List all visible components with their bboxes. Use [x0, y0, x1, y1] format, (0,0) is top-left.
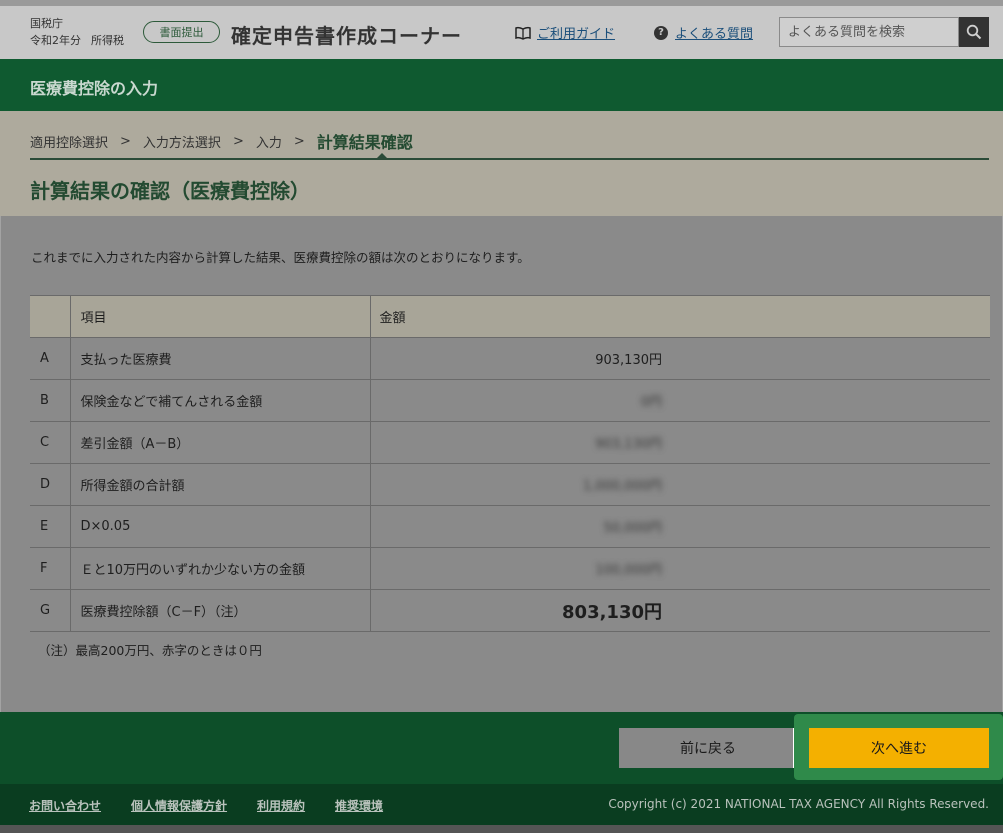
- faq-link[interactable]: ? よくある質問: [654, 23, 753, 42]
- faq-search-input[interactable]: [779, 17, 959, 47]
- row-amount-blurred: 0円: [370, 379, 990, 422]
- row-item: 医療費控除額（C－F）（注）: [70, 589, 371, 632]
- footnote: （注）最高200万円、赤字のときは０円: [38, 643, 262, 658]
- row-letter: A: [30, 337, 71, 380]
- chevron-right-icon: >: [293, 133, 305, 149]
- row-letter: C: [30, 421, 71, 464]
- row-item: 支払った医療費: [70, 337, 371, 380]
- row-amount-blurred: 100,000円: [370, 547, 990, 590]
- tax-type: 所得税: [91, 34, 124, 47]
- table-row: F Ｅと10万円のいずれか少ない方の金額 100,000円: [30, 547, 990, 590]
- column-header-amount: 金額: [370, 295, 990, 338]
- row-amount-blurred: 903,130円: [370, 421, 990, 464]
- breadcrumb: 適用控除選択 > 入力方法選択 > 入力 > 計算結果確認: [30, 129, 413, 153]
- section-bar: 医療費控除の入力: [0, 59, 1003, 111]
- guide-link-label: ご利用ガイド: [537, 27, 616, 42]
- agency-name: 国税庁: [30, 17, 63, 30]
- table-row: E D×0.05 50,000円: [30, 505, 990, 548]
- main-content: これまでに入力された内容から計算した結果、医療費控除の額は次のとおりになります。…: [0, 216, 1003, 712]
- calculation-table: 項目 金額 A 支払った医療費 903,130円 B 保険金などで補てんされる金…: [30, 295, 990, 632]
- faq-search: [779, 17, 989, 47]
- search-button[interactable]: [959, 17, 989, 47]
- row-letter: G: [30, 589, 71, 632]
- footer-links: お問い合わせ 個人情報保護方針 利用規約 推奨環境: [29, 797, 413, 814]
- row-item: 差引金額（A－B）: [70, 421, 371, 464]
- app-title: 確定申告書作成コーナー: [231, 24, 462, 48]
- row-letter: F: [30, 547, 71, 590]
- search-icon: [966, 24, 982, 40]
- footer-link-contact[interactable]: お問い合わせ: [29, 797, 101, 814]
- section-title: 医療費控除の入力: [30, 79, 159, 98]
- row-letter: D: [30, 463, 71, 506]
- step-item: 入力方法選択: [142, 135, 221, 151]
- row-item: 所得金額の合計額: [70, 463, 371, 506]
- paper-submission-badge: 書面提出: [143, 21, 220, 43]
- faq-link-label: よくある質問: [675, 27, 754, 42]
- table-row: C 差引金額（A－B） 903,130円: [30, 421, 990, 464]
- site-footer: お問い合わせ 個人情報保護方針 利用規約 推奨環境 Copyright (c) …: [0, 784, 1003, 825]
- step-item: 適用控除選択: [30, 135, 109, 151]
- step-item: 入力: [255, 135, 282, 151]
- column-header-letter: [30, 295, 71, 338]
- chevron-right-icon: >: [120, 133, 131, 149]
- table-row: B 保険金などで補てんされる金額 0円: [30, 379, 990, 422]
- footer-link-privacy[interactable]: 個人情報保護方針: [131, 797, 227, 814]
- chevron-right-icon: >: [232, 133, 244, 149]
- column-header-item: 項目: [70, 295, 371, 338]
- back-button[interactable]: 前に戻る: [619, 728, 797, 768]
- table-row: D 所得金額の合計額 1,000,000円: [30, 463, 990, 506]
- guide-link[interactable]: ご利用ガイド: [515, 23, 615, 42]
- row-amount-blurred: 1,000,000円: [370, 463, 990, 506]
- next-button[interactable]: 次へ進む: [809, 728, 989, 768]
- row-item: D×0.05: [70, 505, 371, 548]
- next-button-highlight: 次へ進む: [794, 714, 1003, 780]
- step-current-indicator: [377, 153, 387, 158]
- tax-year: 令和2年分: [30, 34, 81, 47]
- book-icon: [515, 26, 531, 40]
- row-item: 保険金などで補てんされる金額: [70, 379, 371, 422]
- copyright: Copyright (c) 2021 NATIONAL TAX AGENCY A…: [608, 797, 989, 811]
- step-underline: [30, 158, 989, 160]
- table-header-row: 項目 金額: [30, 295, 990, 338]
- intro-text: これまでに入力された内容から計算した結果、医療費控除の額は次のとおりになります。: [31, 250, 530, 265]
- row-letter: B: [30, 379, 71, 422]
- row-amount: 903,130円: [370, 337, 990, 380]
- table-row: A 支払った医療費 903,130円: [30, 337, 990, 380]
- question-icon: ?: [654, 25, 668, 40]
- steps-area: 適用控除選択 > 入力方法選択 > 入力 > 計算結果確認 計算結果の確認（医療…: [0, 111, 1003, 216]
- bottom-border: [0, 825, 1003, 833]
- footer-link-terms[interactable]: 利用規約: [257, 797, 305, 814]
- action-bar: 前に戻る 次へ進む: [0, 712, 1003, 784]
- page-title: 計算結果の確認（医療費控除）: [30, 179, 310, 203]
- row-amount-blurred: 50,000円: [370, 505, 990, 548]
- deduction-total-amount: 803,130円: [370, 589, 990, 632]
- step-item-current: 計算結果確認: [316, 133, 413, 152]
- site-header: 国税庁 令和2年分 所得税 書面提出 確定申告書作成コーナー ご利用ガイド ? よ…: [0, 6, 1003, 59]
- footer-link-environment[interactable]: 推奨環境: [335, 797, 383, 814]
- row-item: Ｅと10万円のいずれか少ない方の金額: [70, 547, 371, 590]
- table-row-total: G 医療費控除額（C－F）（注） 803,130円: [30, 589, 990, 632]
- row-letter: E: [30, 505, 71, 548]
- agency-info: 国税庁 令和2年分 所得税: [30, 15, 124, 49]
